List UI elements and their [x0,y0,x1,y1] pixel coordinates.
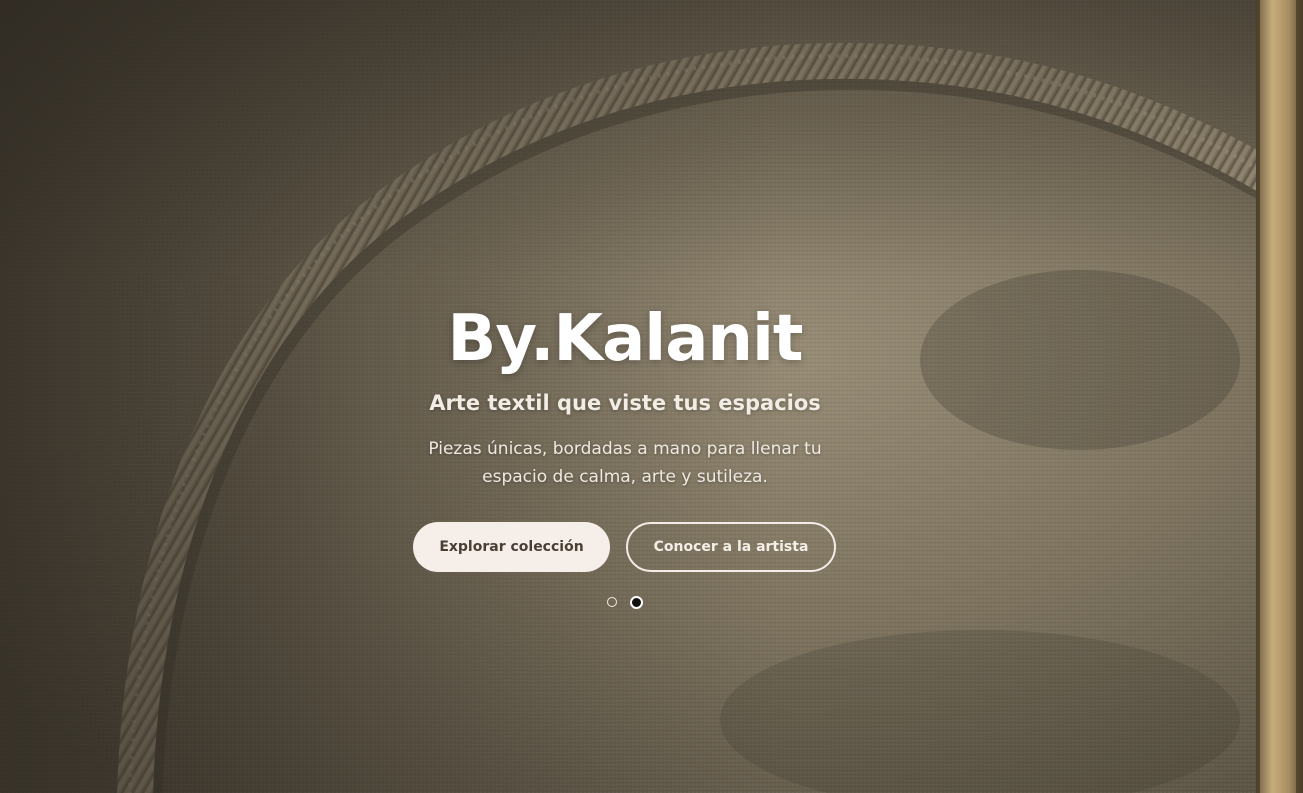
hero-section: By.Kalanit Arte textil que viste tus esp… [0,0,1303,793]
carousel-indicators [606,596,646,611]
hero-description: Piezas únicas, bordadas a mano para llen… [428,439,822,487]
hero-content: By.Kalanit Arte textil que viste tus esp… [0,0,1250,793]
carousel-dot-2-active[interactable] [630,596,643,609]
explore-collection-button[interactable]: Explorar colección [413,522,610,572]
carousel-dot-1[interactable] [607,597,617,607]
brand-title: By.Kalanit [447,302,804,376]
hero-tagline: Arte textil que viste tus espacios [429,391,821,415]
meet-artist-button[interactable]: Conocer a la artista [626,522,836,572]
